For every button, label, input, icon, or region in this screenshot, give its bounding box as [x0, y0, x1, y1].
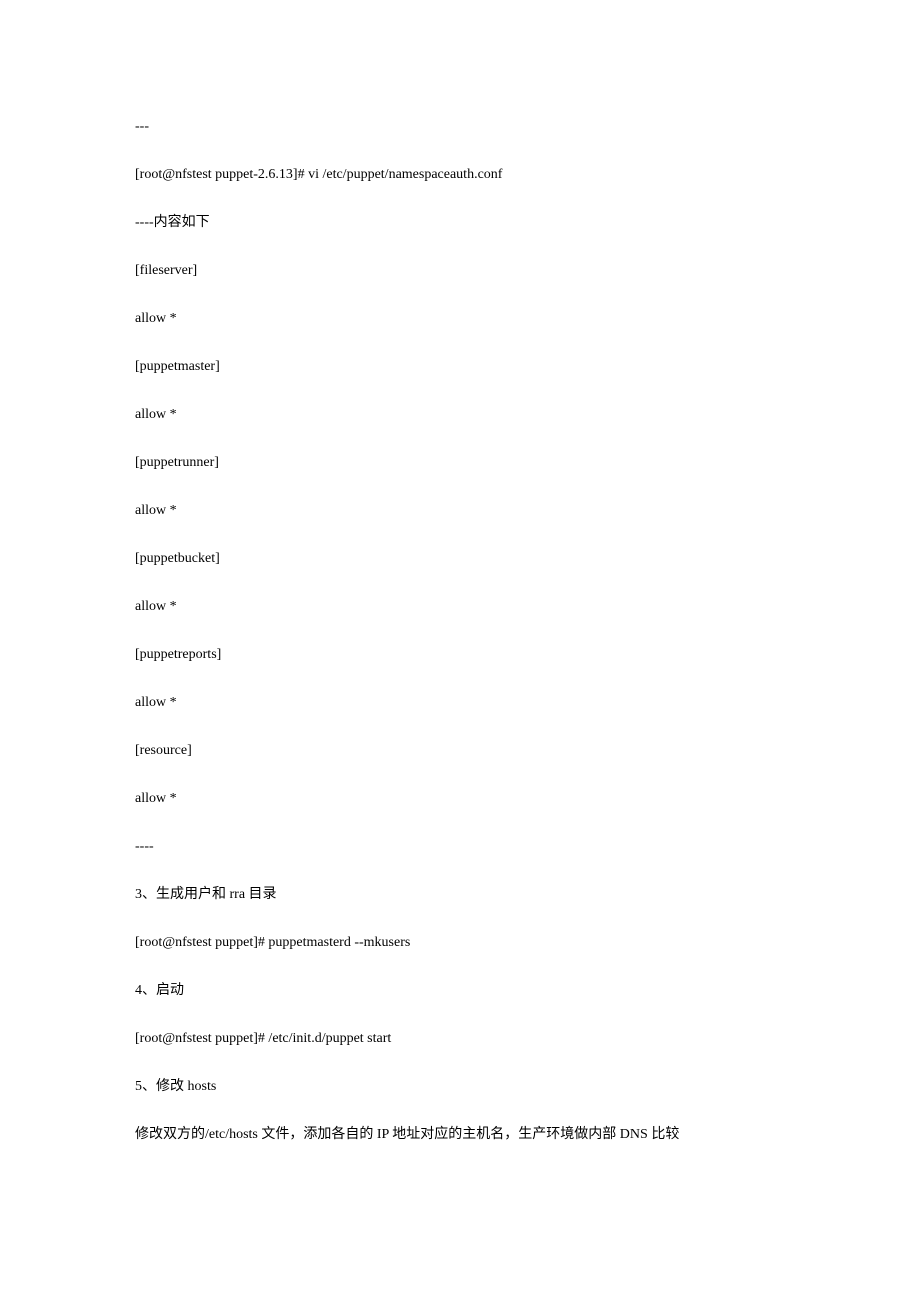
- text-line: 4、启动: [135, 984, 785, 998]
- text-line: 修改双方的/etc/hosts 文件，添加各自的 IP 地址对应的主机名，生产环…: [135, 1128, 785, 1142]
- text-line: 5、修改 hosts: [135, 1080, 785, 1094]
- text-line: [puppetreports]: [135, 648, 785, 662]
- text-line: allow *: [135, 696, 785, 710]
- text-line: allow *: [135, 312, 785, 326]
- text-line: ----: [135, 840, 785, 854]
- text-line: [fileserver]: [135, 264, 785, 278]
- text-line: allow *: [135, 504, 785, 518]
- text-line: [root@nfstest puppet-2.6.13]# vi /etc/pu…: [135, 168, 785, 182]
- text-line: allow *: [135, 408, 785, 422]
- text-line: [puppetbucket]: [135, 552, 785, 566]
- text-line: [puppetmaster]: [135, 360, 785, 374]
- text-line: allow *: [135, 600, 785, 614]
- document-page: --- [root@nfstest puppet-2.6.13]# vi /et…: [0, 0, 920, 1236]
- text-line: [puppetrunner]: [135, 456, 785, 470]
- text-line: 3、生成用户和 rra 目录: [135, 888, 785, 902]
- text-line: ----内容如下: [135, 216, 785, 230]
- text-line: [root@nfstest puppet]# /etc/init.d/puppe…: [135, 1032, 785, 1046]
- text-line: [resource]: [135, 744, 785, 758]
- text-line: [root@nfstest puppet]# puppetmasterd --m…: [135, 936, 785, 950]
- text-line: ---: [135, 120, 785, 134]
- text-line: allow *: [135, 792, 785, 806]
